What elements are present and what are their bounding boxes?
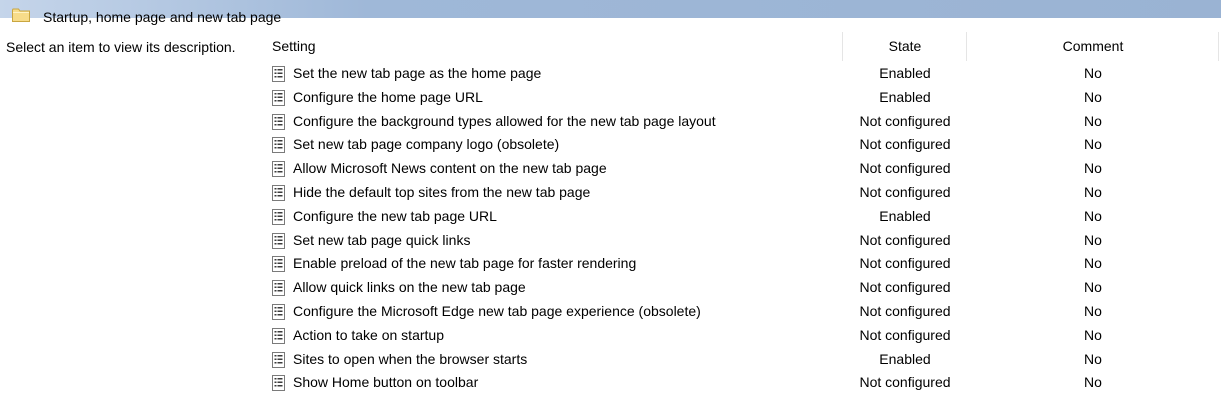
- setting-state: Not configured: [859, 160, 951, 177]
- setting-comment: No: [1084, 350, 1102, 367]
- column-separator[interactable]: [1218, 32, 1219, 61]
- policy-setting-icon: [272, 375, 285, 392]
- setting-comment: No: [1084, 183, 1102, 200]
- setting-state: Enabled: [879, 350, 931, 367]
- setting-row[interactable]: Sites to open when the browser starts En…: [0, 348, 1221, 372]
- policy-setting-icon: [272, 303, 285, 320]
- setting-row[interactable]: Set new tab page quick links Not configu…: [0, 229, 1221, 253]
- setting-state: Not configured: [859, 255, 951, 272]
- setting-state: Not configured: [859, 183, 951, 200]
- setting-state: Not configured: [859, 279, 951, 296]
- header-title: Startup, home page and new tab page: [43, 9, 282, 25]
- description-text: Select an item to view its description.: [6, 39, 236, 55]
- policy-setting-icon: [272, 208, 285, 225]
- setting-name: Show Home button on toolbar: [293, 374, 479, 391]
- setting-name: Configure the Microsoft Edge new tab pag…: [293, 302, 701, 319]
- setting-name: Action to take on startup: [293, 326, 444, 343]
- setting-name: Allow quick links on the new tab page: [293, 279, 526, 296]
- setting-comment: No: [1084, 326, 1102, 343]
- setting-name: Allow Microsoft News content on the new …: [293, 160, 607, 177]
- setting-row[interactable]: Allow quick links on the new tab page No…: [0, 276, 1221, 300]
- setting-comment: No: [1084, 88, 1102, 105]
- setting-comment: No: [1084, 112, 1102, 129]
- setting-row[interactable]: Configure the home page URL Enabled No: [0, 86, 1221, 110]
- policy-setting-icon: [272, 113, 285, 130]
- setting-state: Not configured: [859, 326, 951, 343]
- policy-setting-icon: [272, 256, 285, 273]
- policy-setting-icon: [272, 327, 285, 344]
- setting-state: Enabled: [879, 207, 931, 224]
- setting-comment: No: [1084, 302, 1102, 319]
- setting-row[interactable]: Enable preload of the new tab page for f…: [0, 252, 1221, 276]
- policy-setting-icon: [272, 184, 285, 201]
- setting-state: Enabled: [879, 65, 931, 81]
- setting-name: Hide the default top sites from the new …: [293, 183, 591, 200]
- policy-setting-icon: [272, 66, 285, 82]
- setting-comment: No: [1084, 136, 1102, 153]
- setting-row[interactable]: Action to take on startup Not configured…: [0, 324, 1221, 348]
- setting-name: Sites to open when the browser starts: [293, 350, 528, 367]
- policy-setting-icon: [272, 137, 285, 154]
- column-header-comment[interactable]: Comment: [967, 32, 1219, 60]
- setting-comment: No: [1084, 279, 1102, 296]
- setting-row[interactable]: Hide the default top sites from the new …: [0, 181, 1221, 205]
- setting-comment: No: [1084, 374, 1102, 391]
- setting-state: Not configured: [859, 231, 951, 248]
- setting-name: Configure the home page URL: [293, 88, 483, 105]
- setting-name: Enable preload of the new tab page for f…: [293, 255, 637, 272]
- policy-folder-header: Startup, home page and new tab page: [0, 0, 1221, 33]
- policy-setting-icon: [272, 232, 285, 249]
- column-header-setting[interactable]: Setting: [272, 32, 316, 60]
- setting-name: Configure the new tab page URL: [293, 207, 497, 224]
- settings-list: Set the new tab page as the home page En…: [0, 62, 1221, 395]
- setting-name: Configure the background types allowed f…: [293, 112, 716, 129]
- setting-row[interactable]: Set new tab page company logo (obsolete)…: [0, 133, 1221, 157]
- setting-name: Set new tab page company logo (obsolete): [293, 136, 560, 153]
- setting-state: Not configured: [859, 112, 951, 129]
- column-header-state[interactable]: State: [844, 32, 966, 60]
- policy-setting-icon: [272, 89, 285, 106]
- setting-row[interactable]: Set the new tab page as the home page En…: [0, 62, 1221, 86]
- policy-setting-icon: [272, 280, 285, 297]
- setting-comment: No: [1084, 65, 1102, 81]
- setting-row[interactable]: Configure the Microsoft Edge new tab pag…: [0, 300, 1221, 324]
- setting-state: Not configured: [859, 302, 951, 319]
- setting-name: Set the new tab page as the home page: [293, 65, 542, 81]
- setting-state: Enabled: [879, 88, 931, 105]
- setting-comment: No: [1084, 160, 1102, 177]
- setting-comment: No: [1084, 207, 1102, 224]
- policy-setting-icon: [272, 351, 285, 368]
- setting-state: Not configured: [859, 374, 951, 391]
- setting-row[interactable]: Allow Microsoft News content on the new …: [0, 157, 1221, 181]
- setting-state: Not configured: [859, 136, 951, 153]
- setting-row[interactable]: Show Home button on toolbar Not configur…: [0, 371, 1221, 395]
- policy-setting-icon: [272, 161, 285, 178]
- setting-comment: No: [1084, 231, 1102, 248]
- setting-row[interactable]: Configure the new tab page URL Enabled N…: [0, 205, 1221, 229]
- setting-name: Set new tab page quick links: [293, 231, 471, 248]
- column-separator[interactable]: [842, 32, 843, 61]
- setting-row[interactable]: Configure the background types allowed f…: [0, 110, 1221, 134]
- folder-icon: [12, 8, 30, 22]
- setting-comment: No: [1084, 255, 1102, 272]
